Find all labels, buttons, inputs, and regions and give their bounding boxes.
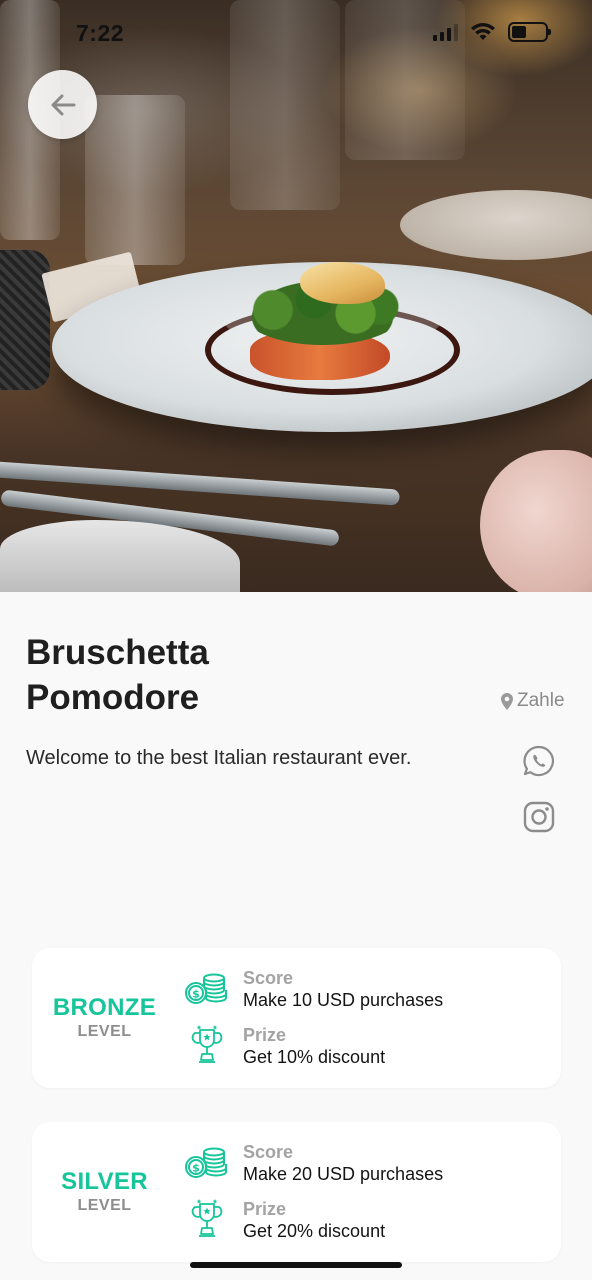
level-sub: LEVEL	[77, 1023, 132, 1040]
wifi-icon	[471, 23, 495, 40]
location: Zahle	[501, 690, 565, 712]
prize-value: Get 20% discount	[243, 1221, 386, 1241]
svg-text:$: $	[192, 1162, 200, 1175]
score-label: Score	[243, 1142, 294, 1162]
coins-icon: $	[185, 973, 227, 1004]
whatsapp-icon	[523, 745, 554, 777]
level-card-silver: SILVER LEVEL $ Score Make 20 USD purchas…	[32, 1122, 561, 1262]
prize-label: Prize	[243, 1025, 287, 1045]
back-button[interactable]	[28, 70, 97, 139]
status-time: 7:22	[76, 20, 125, 46]
level-sub: LEVEL	[77, 1197, 132, 1214]
instagram-icon	[523, 801, 555, 833]
whatsapp-button[interactable]	[522, 744, 556, 778]
status-bar: 7:22	[0, 0, 592, 70]
level-badge: SILVER LEVEL	[32, 1122, 177, 1262]
cellular-signal-icon	[433, 23, 458, 41]
battery-icon	[508, 22, 551, 42]
prize-label: Prize	[243, 1199, 287, 1219]
restaurant-description: Welcome to the best Italian restaurant e…	[26, 747, 412, 769]
prize-value: Get 10% discount	[243, 1047, 386, 1067]
score-value: Make 20 USD purchases	[243, 1164, 444, 1184]
restaurant-name: Bruschetta Pomodore	[26, 630, 346, 720]
status-icons	[433, 22, 551, 42]
trophy-icon	[191, 1199, 223, 1237]
home-indicator[interactable]	[190, 1262, 402, 1268]
instagram-button[interactable]	[522, 800, 556, 834]
svg-text:$: $	[192, 988, 200, 1001]
level-card-bronze: BRONZE LEVEL $ Score Make 10 USD purchas…	[32, 948, 561, 1088]
score-value: Make 10 USD purchases	[243, 990, 444, 1010]
restaurant-name-line1: Bruschetta	[26, 633, 209, 672]
arrow-left-icon	[51, 94, 75, 115]
level-badge: BRONZE LEVEL	[32, 948, 177, 1088]
map-pin-icon	[501, 692, 513, 710]
coins-icon: $	[185, 1147, 227, 1178]
score-label: Score	[243, 968, 294, 988]
location-label: Zahle	[517, 690, 565, 711]
level-name: BRONZE	[52, 994, 157, 1021]
trophy-icon	[191, 1025, 223, 1063]
level-name: SILVER	[61, 1168, 148, 1195]
restaurant-name-line2: Pomodore	[26, 678, 200, 717]
